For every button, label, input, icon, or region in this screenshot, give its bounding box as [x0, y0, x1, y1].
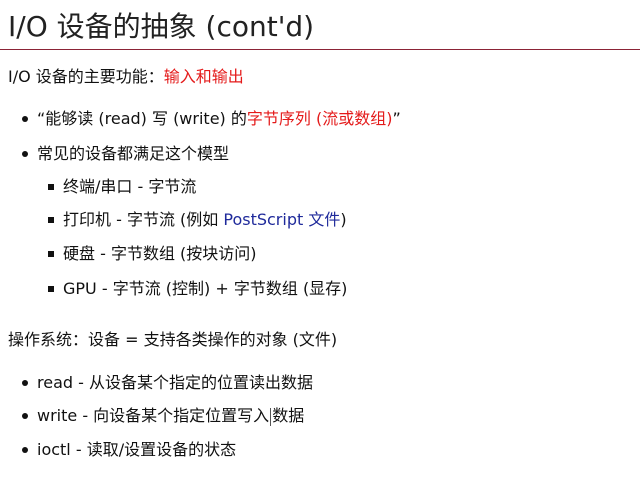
slide-title: I/O 设备的抽象 (cont'd): [8, 10, 315, 43]
bullet-square-icon: [48, 285, 54, 292]
sub-list-item: 终端/串口 - 字节流: [48, 176, 196, 198]
sub-list-item: GPU - 字节流 (控制) + 字节数组 (显存): [48, 278, 347, 300]
intro-highlight: 输入和输出: [163, 67, 244, 86]
bullet-square-icon: [48, 183, 54, 190]
bullet-text: read - 从设备某个指定的位置读出数据: [37, 373, 313, 392]
bullet-text-after-caret: 数据: [272, 406, 305, 425]
sub-bullet-prefix: 打印机 - 字节流 (例如: [63, 210, 224, 229]
os-definition-line: 操作系统：设备 = 支持各类操作的对象 (文件): [8, 330, 338, 349]
intro-line: I/O 设备的主要功能：输入和输出: [8, 66, 244, 88]
bullet-square-icon: [48, 216, 54, 223]
bullet-dot-icon: [22, 115, 28, 122]
sub-bullet-text: 硬盘 - 字节数组 (按块访问): [63, 244, 257, 263]
bullet-text-before-caret: write - 向设备某个指定位置写入: [37, 406, 270, 425]
sub-bullet-text: 终端/串口 - 字节流: [63, 177, 197, 196]
sub-list-item: 打印机 - 字节流 (例如 PostScript 文件): [48, 209, 347, 231]
bullet-dot-icon: [22, 446, 28, 453]
bullet-dot-icon: [22, 412, 28, 419]
sub-list-item: 硬盘 - 字节数组 (按块访问): [48, 243, 257, 265]
bullet-text: ioctl - 读取/设置设备的状态: [37, 440, 237, 459]
bullet-text: 常见的设备都满足这个模型: [37, 144, 230, 163]
list-item: ioctl - 读取/设置设备的状态: [22, 439, 236, 461]
bullet-square-icon: [48, 250, 54, 257]
bullet-dot-icon: [22, 379, 28, 386]
list-item: 常见的设备都满足这个模型: [22, 143, 229, 165]
list-item: write - 向设备某个指定位置写入 数据: [22, 405, 304, 427]
list-item: read - 从设备某个指定的位置读出数据: [22, 372, 313, 394]
sub-bullet-suffix: ): [340, 210, 347, 229]
bullet-suffix: ”: [392, 109, 401, 128]
bullet-prefix: “能够读 (read) 写 (write) 的: [37, 109, 247, 128]
sub-bullet-text: GPU - 字节流 (控制) + 字节数组 (显存): [63, 279, 348, 298]
intro-prefix: I/O 设备的主要功能：: [8, 67, 164, 86]
bullet-highlight: 字节序列 (流或数组): [246, 109, 393, 128]
bullet-dot-icon: [22, 150, 28, 157]
list-item: “能够读 (read) 写 (write) 的字节序列 (流或数组)”: [22, 108, 401, 130]
title-divider: [0, 49, 640, 50]
postscript-link[interactable]: PostScript 文件: [223, 210, 340, 229]
